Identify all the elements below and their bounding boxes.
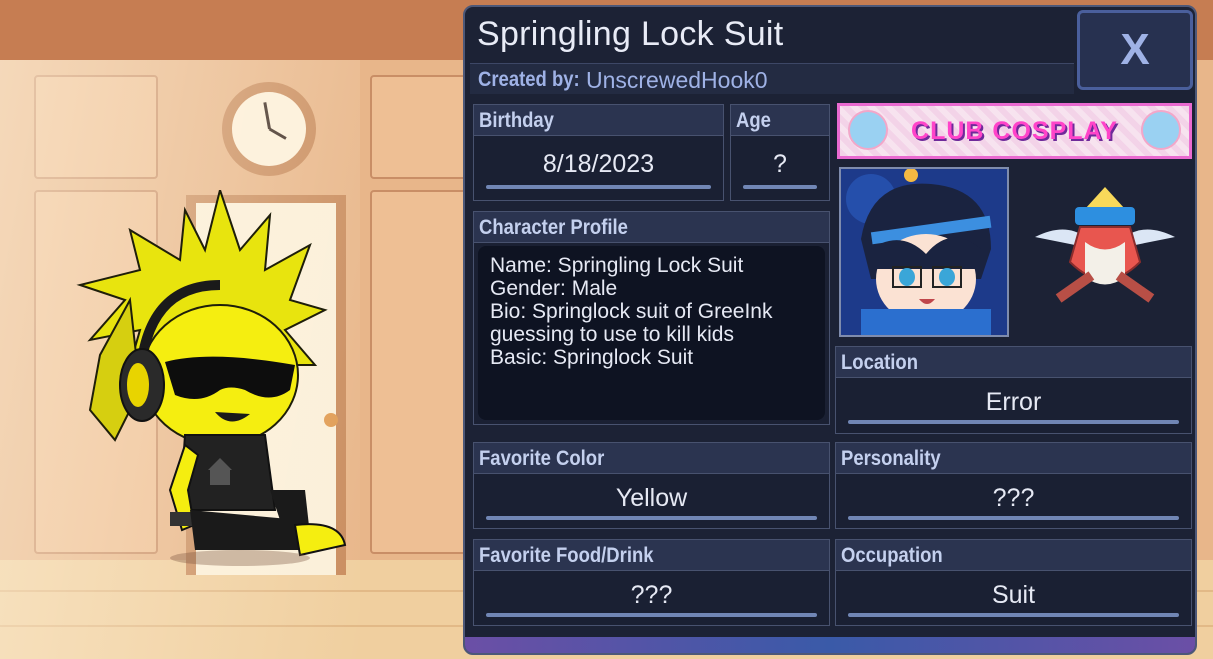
close-button[interactable]: X	[1077, 10, 1193, 90]
character-card: Springling Lock Suit Created by: Unscrew…	[463, 5, 1197, 655]
favorite-food-label: Favorite Food/Drink	[479, 544, 654, 567]
character-profile-field: Character Profile Name: Springling Lock …	[473, 211, 830, 425]
club-emblem-icon	[1035, 187, 1175, 303]
club-banner-text: CLUB COSPLAY	[911, 116, 1118, 145]
favorite-color-value: Yellow	[615, 484, 688, 512]
location-label: Location	[841, 351, 918, 374]
creator-name: UnscrewedHook0	[586, 67, 768, 93]
avatar[interactable]	[839, 167, 1009, 337]
character-profile-label: Character Profile	[479, 216, 628, 239]
favorite-color-field: Favorite Color Yellow	[473, 442, 830, 529]
character-sprite	[76, 190, 347, 566]
banner-badge-icon	[848, 110, 888, 150]
age-field: Age ?	[730, 104, 830, 201]
close-icon: X	[1120, 25, 1150, 74]
banner-badge-icon	[1141, 110, 1181, 150]
favorite-color-label: Favorite Color	[479, 447, 605, 470]
wall-panel	[370, 75, 469, 179]
personality-value: ???	[992, 484, 1035, 512]
occupation-label: Occupation	[841, 544, 943, 567]
occupation-field: Occupation Suit	[835, 539, 1192, 626]
occupation-value: Suit	[991, 581, 1036, 609]
profile-line: Basic: Springlock Suit	[490, 346, 694, 369]
created-by-label: Created by:	[478, 68, 580, 91]
age-label: Age	[736, 109, 771, 132]
club-banner: CLUB COSPLAY	[837, 103, 1192, 159]
profile-text-box[interactable]: Name: Springling Lock Suit Gender: Male …	[478, 246, 825, 420]
wall-panel	[370, 190, 469, 554]
personality-label: Personality	[841, 447, 941, 470]
birthday-value: 8/18/2023	[542, 150, 655, 178]
birthday-label: Birthday	[479, 109, 554, 132]
age-value: ?	[773, 150, 787, 178]
personality-field: Personality ???	[835, 442, 1192, 529]
profile-line: Bio: Springlock suit of GreeInk	[490, 300, 773, 323]
creator-row: Created by: UnscrewedHook0	[470, 63, 1074, 94]
card-footer-bar	[465, 637, 1195, 653]
location-field: Location Error	[835, 346, 1192, 434]
profile-line: Gender: Male	[490, 277, 618, 300]
birthday-field: Birthday 8/18/2023	[473, 104, 724, 201]
card-title: Springling Lock Suit	[477, 15, 784, 53]
favorite-food-value: ???	[630, 581, 673, 609]
profile-line: guessing to use to kill kids	[490, 323, 734, 346]
location-value: Error	[985, 388, 1042, 416]
favorite-food-field: Favorite Food/Drink ???	[473, 539, 830, 626]
profile-line: Name: Springling Lock Suit	[490, 254, 744, 277]
